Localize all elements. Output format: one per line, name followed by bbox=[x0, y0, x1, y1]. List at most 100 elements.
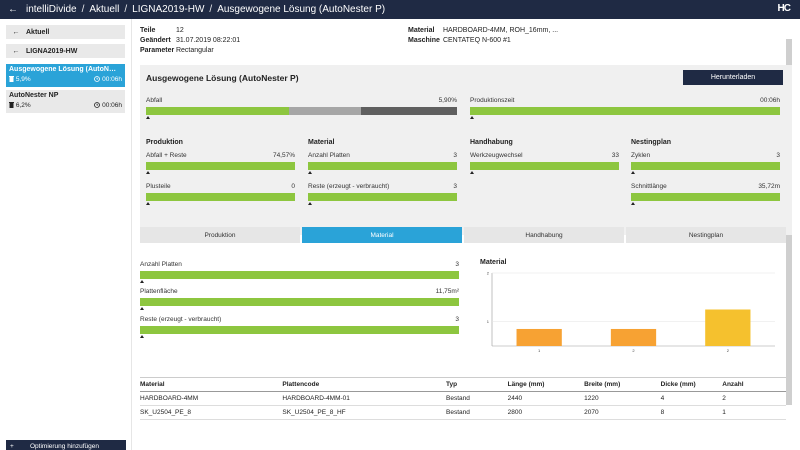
geaendert-value: 31.07.2019 08:22:01 bbox=[175, 37, 241, 44]
download-button[interactable]: Herunterladen bbox=[683, 70, 783, 85]
mat-reste-label: Reste (erzeugt - verbraucht) bbox=[140, 316, 222, 323]
chart-xtick-label: 1 bbox=[538, 348, 541, 353]
breadcrumb-app[interactable]: intelliDivide bbox=[26, 4, 77, 15]
breadcrumb: intelliDivide / Aktuell / LIGNA2019-HW /… bbox=[26, 4, 385, 15]
mat-plattenflaeche-metric: Plattenfläche 11,75m² bbox=[140, 288, 459, 310]
abfall-reste-value: 74,57% bbox=[272, 152, 295, 159]
tab-produktion[interactable]: Produktion bbox=[140, 227, 300, 243]
table-header-cell[interactable]: Dicke (mm) bbox=[660, 377, 723, 392]
maschine-label: Maschine bbox=[408, 37, 440, 44]
table-header-cell[interactable]: Typ bbox=[446, 377, 508, 392]
time-info: 00:06h bbox=[94, 102, 122, 109]
tab-nestingplan[interactable]: Nestingplan bbox=[626, 227, 786, 243]
breadcrumb-separator: / bbox=[209, 4, 213, 15]
abfall-reste-bar bbox=[146, 162, 295, 174]
table-header-cell[interactable]: Material bbox=[140, 377, 283, 392]
chart-ytick-label: 1 bbox=[487, 319, 490, 324]
add-optimization-button[interactable]: + Optimierung hinzufügen bbox=[6, 440, 126, 450]
anzahl-platten-bar bbox=[308, 162, 457, 174]
job-info: Teile 12 Geändert 31.07.2019 08:22:01 Pa… bbox=[140, 27, 792, 63]
material-value: HARDBOARD-4MM, ROH_16mm, ... bbox=[442, 27, 559, 34]
solution-waste: 5,9% bbox=[15, 76, 31, 83]
mat-reste-bar bbox=[140, 326, 459, 338]
solution-waste: 6,2% bbox=[15, 102, 31, 109]
chart-bar bbox=[705, 309, 751, 346]
table-cell: 4 bbox=[660, 391, 723, 406]
sidebar-item-solution-2[interactable]: AutoNester NP 6,2% 00:06h bbox=[6, 90, 125, 113]
breadcrumb-aktuell[interactable]: Aktuell bbox=[89, 4, 119, 15]
waste-info: 5,9% bbox=[9, 76, 31, 83]
table-cell: 1220 bbox=[584, 391, 661, 406]
abfall-label: Abfall bbox=[146, 97, 163, 104]
abfall-segment-1 bbox=[146, 107, 290, 115]
parameter-value: Rectangular bbox=[175, 47, 214, 54]
produktionszeit-label: Produktionszeit bbox=[470, 97, 515, 104]
mat-anzahl-platten-label: Anzahl Platten bbox=[140, 261, 182, 268]
solution-time: 00:06h bbox=[102, 76, 122, 83]
summary-panel: Ausgewogene Lösung (AutoNester P) Herunt… bbox=[140, 65, 792, 235]
mat-plattenflaeche-bar bbox=[140, 298, 459, 310]
werkzeugwechsel-bar bbox=[470, 162, 619, 174]
table-header-cell[interactable]: Anzahl bbox=[722, 377, 786, 392]
tab-handhabung[interactable]: Handhabung bbox=[464, 227, 624, 243]
table-cell: HARDBOARD-4MM-01 bbox=[282, 391, 446, 406]
back-arrow-icon: ← bbox=[12, 28, 20, 36]
teile-label: Teile bbox=[140, 27, 156, 34]
reste-metric: Reste (erzeugt - verbraucht) 3 bbox=[308, 183, 457, 205]
table-header-cell[interactable]: Breite (mm) bbox=[584, 377, 661, 392]
teile-value: 12 bbox=[175, 27, 184, 34]
anzahl-platten-metric: Anzahl Platten 3 bbox=[308, 152, 457, 174]
table-header-cell[interactable]: Länge (mm) bbox=[507, 377, 585, 392]
plus-icon: + bbox=[10, 442, 14, 450]
bar-marker bbox=[470, 116, 474, 119]
solution-name: AutoNester NP bbox=[9, 92, 59, 99]
brand-logo: HC bbox=[777, 3, 791, 14]
mat-plattenflaeche-value: 11,75m² bbox=[435, 288, 459, 295]
sidebar-back-aktuell[interactable]: ← Aktuell bbox=[6, 25, 125, 39]
zyklen-bar bbox=[631, 162, 780, 174]
plusteile-value: 0 bbox=[291, 183, 295, 190]
table-body: HARDBOARD-4MM HARDBOARD-4MM-01 Bestand 2440… bbox=[140, 391, 786, 420]
table-row[interactable]: HARDBOARD-4MM HARDBOARD-4MM-01 Bestand 2440… bbox=[140, 391, 786, 406]
table-cell: 2440 bbox=[507, 391, 585, 406]
bar-marker bbox=[631, 171, 635, 174]
sidebar-back-project[interactable]: ← LIGNA2019-HW bbox=[6, 44, 125, 58]
bar-marker bbox=[140, 280, 144, 283]
breadcrumb-separator: / bbox=[81, 4, 85, 15]
bar-marker bbox=[146, 116, 150, 119]
zyklen-value: 3 bbox=[776, 152, 780, 159]
tab-material[interactable]: Material bbox=[302, 227, 462, 243]
table-row[interactable]: SK_U2504_PE_8 SK_U2504_PE_8_HF Bestand 2800… bbox=[140, 405, 786, 420]
abfall-value: 5,90% bbox=[438, 97, 457, 104]
sidebar-back-label: LIGNA2019-HW bbox=[26, 47, 78, 55]
table-header-cell[interactable]: Plattencode bbox=[282, 377, 446, 392]
section-handhabung: Handhabung bbox=[470, 139, 513, 146]
table-cell: 2070 bbox=[584, 405, 661, 420]
back-arrow-icon[interactable]: ← bbox=[0, 4, 26, 15]
sidebar-item-solution-1[interactable]: Ausgewogene Lösung (AutoN… 5,9% 00:06h bbox=[6, 64, 125, 87]
main-content: Teile 12 Geändert 31.07.2019 08:22:01 Pa… bbox=[140, 19, 792, 450]
add-optimization-label: Optimierung hinzufügen bbox=[30, 442, 100, 450]
table-cell: SK_U2504_PE_8_HF bbox=[282, 405, 446, 420]
bar-marker bbox=[470, 171, 474, 174]
reste-value: 3 bbox=[453, 183, 457, 190]
zyklen-metric: Zyklen 3 bbox=[631, 152, 780, 174]
reste-label: Reste (erzeugt - verbraucht) bbox=[308, 183, 390, 190]
sidebar-back-label: Aktuell bbox=[26, 28, 50, 36]
mat-anzahl-platten-value: 3 bbox=[455, 261, 459, 268]
section-produktion: Produktion bbox=[146, 139, 183, 146]
back-arrow-icon: ← bbox=[12, 47, 20, 55]
table-header-row: Material Plattencode Typ Länge (mm) Breite (… bbox=[140, 377, 786, 392]
solution-time: 00:06h bbox=[102, 102, 122, 109]
geaendert-label: Geändert bbox=[140, 37, 171, 44]
abfall-segment-2 bbox=[289, 107, 361, 115]
table-cell: SK_U2504_PE_8 bbox=[140, 405, 283, 420]
werkzeugwechsel-value: 33 bbox=[611, 152, 619, 159]
plusteile-label: Plusteile bbox=[146, 183, 171, 190]
parameter-label: Parameter bbox=[140, 47, 175, 54]
breadcrumb-project[interactable]: LIGNA2019-HW bbox=[132, 4, 204, 15]
chart-svg: 2 1 1 2 2 bbox=[487, 271, 775, 353]
mat-anzahl-platten-metric: Anzahl Platten 3 bbox=[140, 261, 459, 283]
abfall-bar bbox=[146, 107, 457, 119]
solution-name: Ausgewogene Lösung (AutoN… bbox=[9, 66, 116, 73]
